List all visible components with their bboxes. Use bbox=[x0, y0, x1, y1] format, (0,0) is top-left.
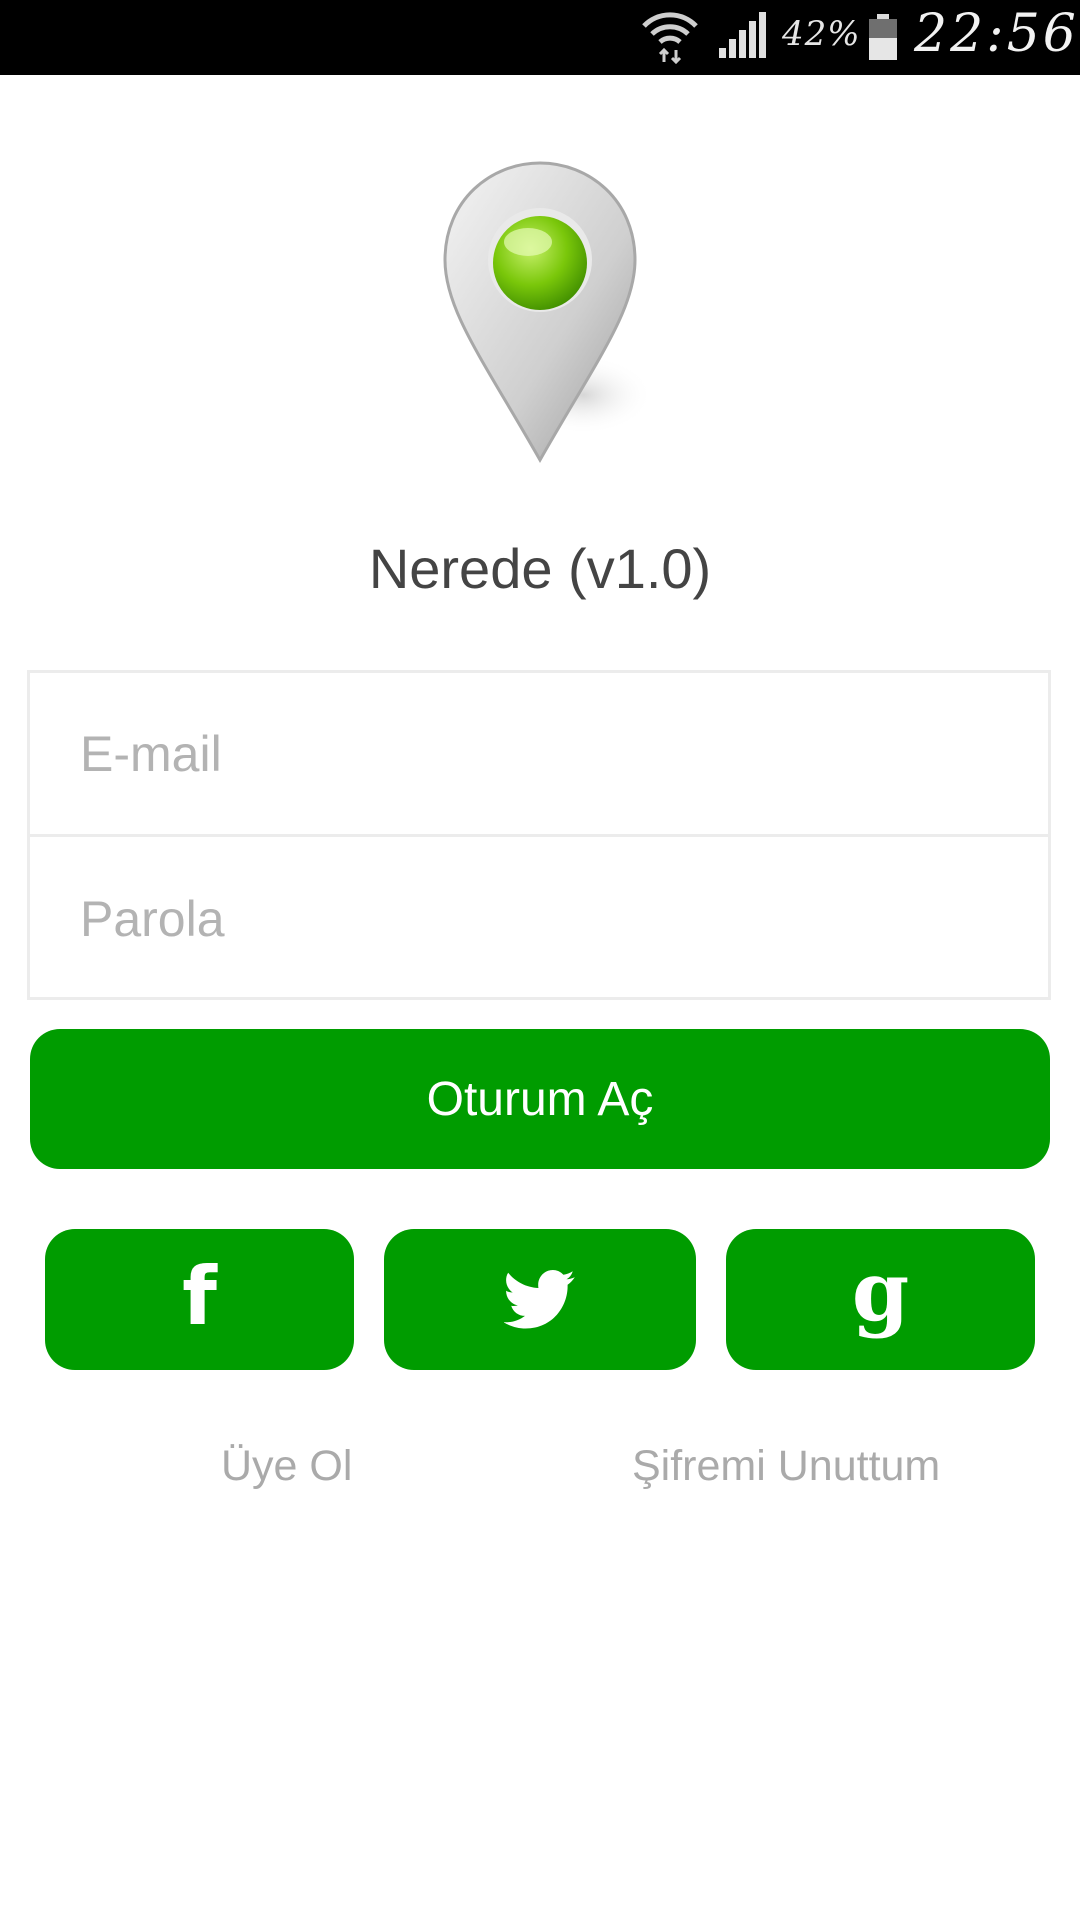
password-field-container bbox=[30, 837, 1048, 1001]
twitter-icon bbox=[504, 1269, 575, 1328]
google-login-button[interactable]: g bbox=[726, 1229, 1035, 1370]
status-bar: 42% 22:56 bbox=[0, 0, 1080, 75]
twitter-login-button[interactable] bbox=[384, 1229, 696, 1370]
signup-link[interactable]: Üye Ol bbox=[221, 1442, 352, 1491]
email-field[interactable] bbox=[30, 673, 1048, 834]
app-title: Nerede (v1.0) bbox=[368, 537, 712, 600]
map-pin-logo bbox=[443, 161, 653, 464]
wifi-icon bbox=[642, 12, 698, 64]
password-field[interactable] bbox=[30, 837, 1048, 1001]
battery-icon bbox=[869, 14, 897, 60]
facebook-login-button[interactable]: f bbox=[45, 1229, 354, 1370]
google-icon: g bbox=[851, 1243, 910, 1340]
forgot-password-link[interactable]: Şifremi Unuttum bbox=[632, 1442, 940, 1491]
login-form bbox=[27, 670, 1051, 1001]
clock: 22:56 bbox=[914, 4, 1079, 64]
login-button-label: Oturum Aç bbox=[426, 1072, 654, 1126]
facebook-icon: f bbox=[182, 1249, 217, 1343]
email-field-container bbox=[30, 673, 1048, 837]
signal-icon bbox=[719, 12, 766, 58]
battery-percent: 42% bbox=[782, 14, 861, 54]
login-button[interactable]: Oturum Aç bbox=[30, 1029, 1050, 1169]
